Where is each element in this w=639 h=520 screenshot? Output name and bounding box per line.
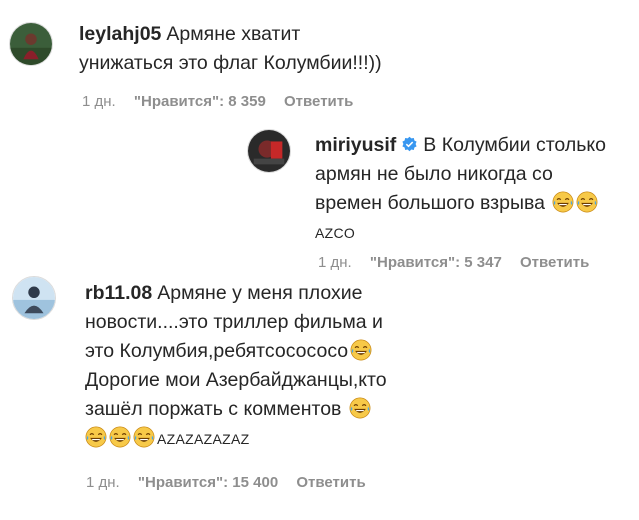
comment-username[interactable]: leylahj05: [79, 23, 161, 45]
tears-of-joy-emoji-icon: [109, 426, 131, 448]
likes-count[interactable]: "Нравится": 5 347: [370, 254, 502, 271]
tears-of-joy-emoji-icon: [576, 191, 598, 213]
reply-button[interactable]: Ответить: [296, 474, 365, 491]
comment-line: армян не было никогда со: [315, 163, 553, 185]
comment-line: зашёл поржать с комментов: [85, 398, 342, 420]
comment-username[interactable]: miriyusif: [315, 134, 396, 156]
tears-of-joy-emoji-icon: [349, 397, 371, 419]
tears-of-joy-emoji-icon: [350, 339, 372, 361]
comment-time[interactable]: 1 дн.: [318, 254, 352, 271]
comment-meta: 1 дн. "Нравится": 15 400 Ответить: [86, 474, 380, 491]
avatar-image: [10, 23, 52, 65]
tears-of-joy-emoji-icon: [552, 191, 574, 213]
comment-line: времен большого взрыва: [315, 192, 545, 214]
comment-time[interactable]: 1 дн.: [86, 474, 120, 491]
avatar[interactable]: [247, 129, 291, 173]
comment-text: leylahj05 Армяне хватит унижаться это фла…: [79, 20, 579, 78]
comment-line: Армяне у меня плохие: [157, 282, 363, 304]
reply-button[interactable]: Ответить: [284, 93, 353, 110]
comment-line: В Колумбии столько: [423, 134, 606, 156]
tears-of-joy-emoji-icon: [85, 426, 107, 448]
comment-username[interactable]: rb11.08: [85, 282, 152, 304]
comment-tail: AZAZAZAZAZ: [157, 431, 250, 447]
tears-of-joy-emoji-icon: [133, 426, 155, 448]
comment-meta: 1 дн. "Нравится": 5 347 Ответить: [318, 254, 603, 271]
comment-text: rb11.08 Армяне у меня плохие новости....э…: [85, 279, 615, 454]
comment-text: miriyusif В Колумбии столько армян не был…: [315, 131, 635, 248]
comment-tail: AZCO: [315, 225, 356, 241]
avatar-image: [13, 277, 55, 319]
comment-time[interactable]: 1 дн.: [82, 93, 116, 110]
comment-line: Дорогие мои Азербайджанцы,кто: [85, 369, 387, 391]
comment-line: унижаться это флаг Колумбии!!!)): [79, 52, 382, 74]
comment-meta: 1 дн. "Нравится": 8 359 Ответить: [82, 93, 367, 110]
likes-count[interactable]: "Нравится": 8 359: [134, 93, 266, 110]
comment-line: Армяне хватит: [166, 23, 301, 45]
comment-line: это Колумбия,ребятсосососо: [85, 340, 349, 362]
likes-count[interactable]: "Нравится": 15 400: [138, 474, 278, 491]
avatar-image: [248, 130, 290, 172]
avatar[interactable]: [9, 22, 53, 66]
reply-button[interactable]: Ответить: [520, 254, 589, 271]
avatar[interactable]: [12, 276, 56, 320]
verified-badge-icon: [402, 136, 417, 152]
comment-line: новости....это триллер фильма и: [85, 311, 383, 333]
